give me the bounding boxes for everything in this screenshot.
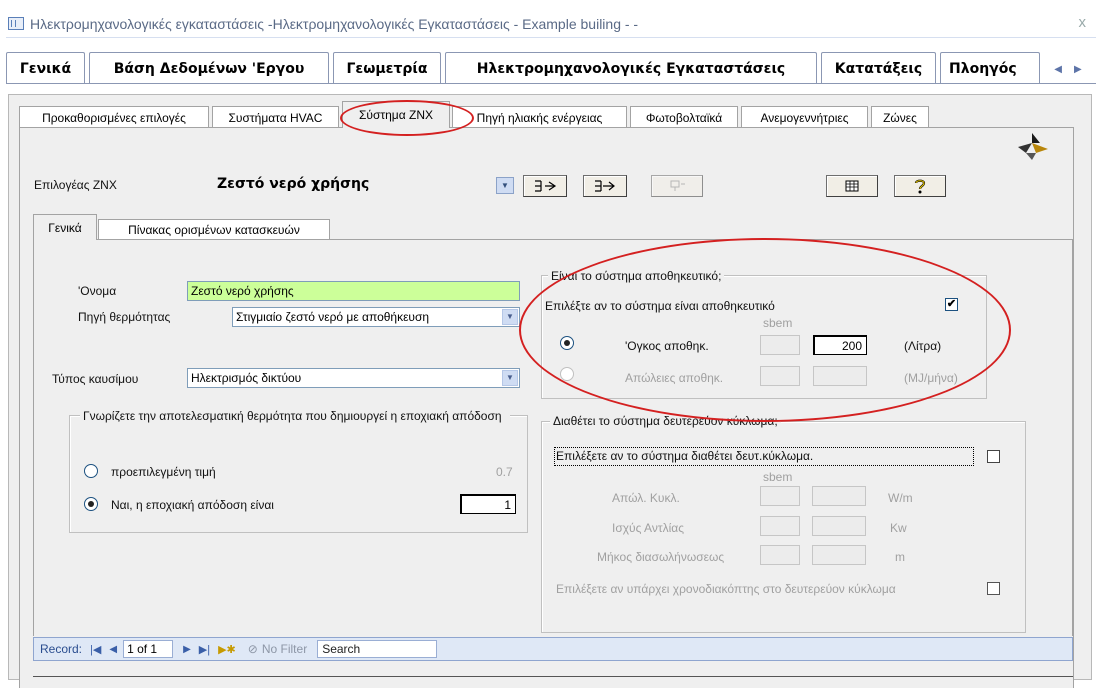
delete-record-button[interactable]	[651, 175, 703, 197]
circuit-loss-input[interactable]	[812, 486, 866, 506]
record-label: Record:	[40, 642, 83, 656]
next-record-icon[interactable]: ▶	[183, 644, 191, 655]
copy-record-button[interactable]	[583, 175, 627, 197]
custom-value-label: Ναι, η εποχιακή απόδοση είναι	[111, 498, 274, 512]
default-value-label: προεπιλεγμένη τιμή	[111, 465, 216, 479]
subtab-solar[interactable]: Πηγή ηλιακής ενέργειας	[452, 106, 627, 128]
new-record-icon	[535, 180, 557, 192]
close-icon[interactable]: x	[1079, 14, 1087, 31]
storage-checkbox[interactable]: ✔	[945, 298, 958, 311]
first-record-icon[interactable]: |◀	[90, 643, 101, 656]
losses-label: Απώλειες αποθηκ.	[625, 371, 724, 385]
secondary-group-label: Διαθέτει το σύστημα δευτερεύον κύκλωμα;	[550, 414, 781, 428]
fuel-label: Τύπος καυσίμου	[52, 372, 139, 386]
new-record-button[interactable]	[523, 175, 567, 197]
timer-label: Επιλέξετε αν υπάρχει χρονοδιακόπτης στο …	[556, 582, 896, 596]
volume-sbem-field[interactable]	[760, 335, 800, 355]
subtab-dhw[interactable]: Σύστημα ΖΝΧ	[342, 101, 450, 128]
tab-classifications[interactable]: Κατατάξεις	[821, 52, 936, 84]
pipe-length-input[interactable]	[812, 545, 866, 565]
subtab-wind[interactable]: Ανεμογεννήτριες	[741, 106, 868, 128]
previous-record-icon[interactable]: ◀	[109, 644, 117, 655]
default-value-radio[interactable]	[84, 464, 98, 478]
help-icon	[914, 179, 926, 194]
help-button[interactable]	[894, 175, 946, 197]
tab-general[interactable]: Γενικά	[6, 52, 85, 84]
window-title: Ηλεκτρομηχανολογικές εγκαταστάσεις -Ηλεκ…	[30, 15, 639, 32]
selector-label: Επιλογέας ΖΝΧ	[34, 178, 117, 192]
search-input[interactable]: Search	[317, 640, 438, 658]
pump-power-sbem-field[interactable]	[760, 516, 800, 536]
new-record-nav-icon[interactable]: ▶✱	[218, 643, 236, 656]
selector-value[interactable]: Ζεστό νερό χρήσης	[217, 176, 369, 192]
losses-sbem-field[interactable]	[760, 366, 800, 386]
record-position-field[interactable]: 1 of 1	[123, 640, 174, 658]
custom-value-radio[interactable]	[84, 497, 98, 511]
heat-source-value: Στιγμιαίο ζεστό νερό με αποθήκευση	[236, 310, 430, 324]
table-view-button[interactable]	[826, 175, 878, 197]
heat-source-label: Πηγή θερμότητας	[78, 310, 171, 324]
volume-input[interactable]: 200	[813, 335, 867, 355]
scroll-left-icon[interactable]: ◀	[1054, 64, 1062, 75]
no-filter-button[interactable]: No Filter	[262, 642, 307, 656]
chevron-down-icon[interactable]: ▼	[502, 370, 518, 386]
name-label: 'Ονομα	[78, 284, 117, 298]
pump-power-unit: Kw	[890, 521, 907, 535]
subtab-photovoltaics[interactable]: Φωτοβολταϊκά	[630, 106, 738, 128]
subtab-zones[interactable]: Ζώνες	[871, 106, 929, 128]
form-bottom-border	[33, 676, 1073, 677]
copy-record-icon	[595, 180, 615, 192]
tab-navigator[interactable]: Πλοηγός	[940, 52, 1040, 84]
storage-sbem-label: sbem	[763, 316, 793, 330]
subtab-defaults[interactable]: Προκαθορισμένες επιλογές	[19, 106, 209, 128]
subtab-hvac[interactable]: Συστήματα HVAC	[212, 106, 339, 128]
pipe-length-sbem-field[interactable]	[760, 545, 800, 565]
selector-dropdown-arrow[interactable]: ▼	[496, 177, 514, 194]
default-value: 0.7	[496, 465, 513, 479]
volume-radio[interactable]	[560, 336, 574, 350]
tab-installations[interactable]: Ηλεκτρομηχανολογικές Εγκαταστάσεις	[445, 52, 817, 84]
fuel-select[interactable]: Ηλεκτρισμός δικτύου ▼	[187, 368, 520, 388]
efficiency-group-label: Γνωρίζετε την αποτελεσματική θερμότητα π…	[80, 408, 510, 424]
storage-check-label: Επιλέξτε αν το σύστημα είναι αποθηκευτικ…	[545, 299, 775, 313]
pump-power-input[interactable]	[812, 516, 866, 536]
table-icon	[845, 180, 859, 192]
circuit-loss-sbem-field[interactable]	[760, 486, 800, 506]
inner-tab-constructions[interactable]: Πίνακας ορισμένων κατασκευών	[98, 219, 330, 240]
losses-unit: (MJ/μήνα)	[904, 371, 958, 385]
pipe-length-label: Μήκος διασωλήνωσεως	[597, 550, 725, 564]
heat-source-select[interactable]: Στιγμιαίο ζεστό νερό με αποθήκευση ▼	[232, 307, 520, 327]
tab-project-database[interactable]: Βάση Δεδομένων 'Εργου	[89, 52, 329, 84]
secondary-checkbox[interactable]	[987, 450, 1000, 463]
losses-radio[interactable]	[560, 367, 574, 381]
name-field[interactable]: Ζεστό νερό χρήσης	[187, 281, 520, 301]
access-form-window: Ηλεκτρομηχανολογικές εγκαταστάσεις -Ηλεκ…	[0, 0, 1103, 690]
circuit-loss-label: Απώλ. Κυκλ.	[612, 491, 680, 505]
pump-power-label: Ισχύς Αντλίας	[612, 521, 684, 535]
timer-checkbox[interactable]	[987, 582, 1000, 595]
secondary-check-label: Επιλέξετε αν το σύστημα διαθέτει δευτ.κύ…	[554, 447, 974, 466]
circuit-loss-unit: W/m	[888, 491, 913, 505]
delete-record-icon	[670, 180, 685, 191]
pipe-length-unit: m	[895, 550, 905, 564]
volume-unit: (Λίτρα)	[904, 339, 942, 353]
seasonal-efficiency-input[interactable]: 1	[460, 494, 516, 514]
tab-geometry[interactable]: Γεωμετρία	[333, 52, 441, 84]
form-icon	[8, 17, 24, 30]
last-record-icon[interactable]: ▶|	[199, 643, 210, 656]
title-bar: Ηλεκτρομηχανολογικές εγκαταστάσεις -Ηλεκ…	[6, 10, 1096, 38]
volume-label: 'Ογκος αποθηκ.	[625, 339, 709, 353]
tab-scroll-arrows: ◀ ▶	[1043, 60, 1093, 78]
fuel-value: Ηλεκτρισμός δικτύου	[191, 371, 302, 385]
losses-input[interactable]	[813, 366, 867, 386]
scroll-right-icon[interactable]: ▶	[1074, 64, 1082, 75]
app-logo-icon	[1018, 133, 1048, 160]
chevron-down-icon[interactable]: ▼	[502, 309, 518, 325]
filter-icon: ⊘	[247, 642, 258, 656]
tab-divider	[6, 83, 1096, 84]
secondary-sbem-label: sbem	[763, 470, 793, 484]
record-navigation-bar: Record: |◀ ◀ 1 of 1 ▶ ▶| ▶✱ ⊘ No Filter …	[33, 637, 1073, 661]
inner-tab-general[interactable]: Γενικά	[33, 214, 97, 240]
storage-group-label: Είναι το σύστημα αποθηκευτικό;	[548, 269, 725, 283]
